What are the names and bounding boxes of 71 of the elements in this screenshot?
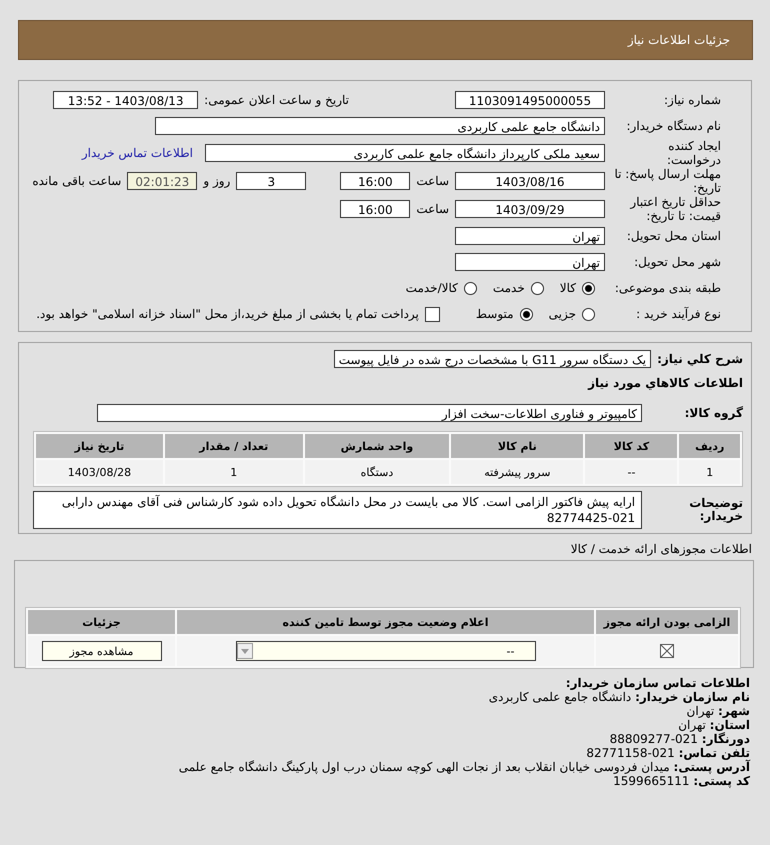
radio-label: خدمت bbox=[492, 281, 525, 295]
input-field: کامپیوتر و فناوری اطلاعات-سخت افزار bbox=[97, 404, 642, 422]
field-label: استان محل تحویل: bbox=[626, 229, 721, 243]
field-label: شرح کلي نياز: bbox=[657, 352, 743, 366]
contact-line: شهر: تهران bbox=[686, 704, 750, 718]
radio-button[interactable] bbox=[530, 282, 544, 294]
field-label: نام دستگاه خریدار: bbox=[626, 119, 721, 133]
field-label: ساعت bbox=[416, 174, 449, 188]
radio-button[interactable] bbox=[520, 308, 533, 320]
table-cell: سرور پیشرفته bbox=[451, 460, 584, 484]
field-label: ساعت باقی مانده bbox=[32, 174, 122, 188]
input-field: 16:00 bbox=[340, 200, 410, 218]
column-header: تاریخ نیاز bbox=[36, 434, 163, 458]
column-header: واحد شمارش bbox=[304, 434, 450, 458]
field-label: نوع فرآیند خرید : bbox=[635, 307, 721, 321]
field-label: طبقه بندی موضوعی: bbox=[614, 281, 721, 295]
column-header: تعداد / مقدار bbox=[164, 434, 303, 458]
buyer-contact-link[interactable]: اطلاعات تماس خریدار bbox=[82, 146, 193, 160]
table-cell: دستگاه bbox=[304, 460, 450, 484]
contact-line: نام سازمان خریدار: دانشگاه جامع علمی کاربردی bbox=[488, 690, 750, 704]
checkbox[interactable] bbox=[660, 644, 674, 658]
radio-button[interactable] bbox=[582, 308, 595, 320]
field-label: شهر محل تحویل: bbox=[633, 255, 721, 269]
input-field: 1403/09/29 bbox=[455, 200, 605, 218]
input-field: سعید ملکی کارپرداز دانشگاه جامع علمی کاربردی bbox=[205, 144, 605, 162]
radio-label: کالا bbox=[560, 281, 576, 295]
field-label: گروه کالا: bbox=[684, 406, 743, 420]
page-title: جزئیات اطلاعات نیاز bbox=[628, 33, 730, 47]
table-cell: 1 bbox=[679, 460, 740, 484]
contact-line: آدرس پستی: میدان فردوسی خیابان انقلاب بعد از نجات الهی کوچه سمنان درب اول پارکینگ دانشگاه جامع علمی bbox=[178, 760, 750, 774]
input-field: 3 bbox=[236, 172, 306, 190]
input-field: تهران bbox=[455, 227, 605, 245]
input-field: دانشگاه جامع علمی کاربردی bbox=[155, 117, 605, 135]
field-label: حداقل تاریخ اعتبار قیمت: تا تاریخ: bbox=[628, 195, 721, 223]
column-header: جزئیات bbox=[28, 610, 175, 634]
section-title: اطلاعات مجوزهای ارائه خدمت / کالا bbox=[570, 542, 752, 556]
radio-button[interactable] bbox=[464, 282, 477, 294]
input-field: یک دستگاه سرور G11 با مشخصات درج شده در فایل پیوست bbox=[334, 350, 652, 368]
column-header: الزامی بودن ارائه مجوز bbox=[596, 610, 738, 634]
field-label: روز و bbox=[203, 174, 230, 188]
countdown-field: 02:01:23 bbox=[127, 172, 198, 190]
table-cell: -- bbox=[585, 460, 678, 484]
input-field: 16:00 bbox=[340, 172, 410, 190]
checkbox[interactable] bbox=[424, 306, 440, 322]
table-cell: 1 bbox=[164, 460, 303, 484]
radio-label: کالا/خدمت bbox=[406, 281, 458, 295]
checkbox-label: پرداخت تمام یا بخشی از مبلغ خرید،از محل "اسناد خزانه اسلامی" خواهد بود. bbox=[36, 307, 419, 321]
input-field: 1403/08/13 - 13:52 bbox=[53, 91, 198, 109]
input-field: تهران bbox=[455, 253, 605, 271]
column-header: کد کالا bbox=[585, 434, 678, 458]
field-label: ایجاد کننده درخواست: bbox=[666, 139, 721, 167]
field-label: تاریخ و ساعت اعلان عمومی: bbox=[204, 93, 349, 107]
table-cell: 1403/08/28 bbox=[36, 460, 163, 484]
radio-label: متوسط bbox=[476, 307, 514, 321]
column-header: ردیف bbox=[679, 434, 740, 458]
section-title: اطلاعات کالاهاي مورد نياز bbox=[588, 376, 743, 390]
notes-field: ارایه پیش فاکتور الزامی است. کالا می بایست در محل دانشگاه تحویل داده شود کارشناس فنی آقای مهندس دارابی 021-82774425 bbox=[33, 491, 642, 529]
radio-button[interactable] bbox=[582, 282, 595, 294]
contact-title: اطلاعات تماس سازمان خریدار: bbox=[564, 676, 750, 690]
input-field: 1403/08/16 bbox=[455, 172, 605, 190]
field-label: مهلت ارسال پاسخ: تا تاریخ: bbox=[613, 167, 721, 195]
status-dropdown[interactable]: -- bbox=[236, 641, 536, 661]
field-label: ساعت bbox=[416, 202, 449, 216]
input-field: 1103091495000055 bbox=[455, 91, 605, 109]
field-label: شماره نیاز: bbox=[663, 93, 721, 107]
field-label: توضیحات خریدار: bbox=[688, 497, 743, 523]
contact-line: استان: تهران bbox=[677, 718, 750, 732]
view-permit-button[interactable]: مشاهده مجوز bbox=[42, 641, 162, 661]
column-header: نام کالا bbox=[451, 434, 584, 458]
column-header: اعلام وضعیت مجوز توسط تامین کننده bbox=[177, 610, 594, 634]
radio-label: جزیی bbox=[548, 307, 576, 321]
